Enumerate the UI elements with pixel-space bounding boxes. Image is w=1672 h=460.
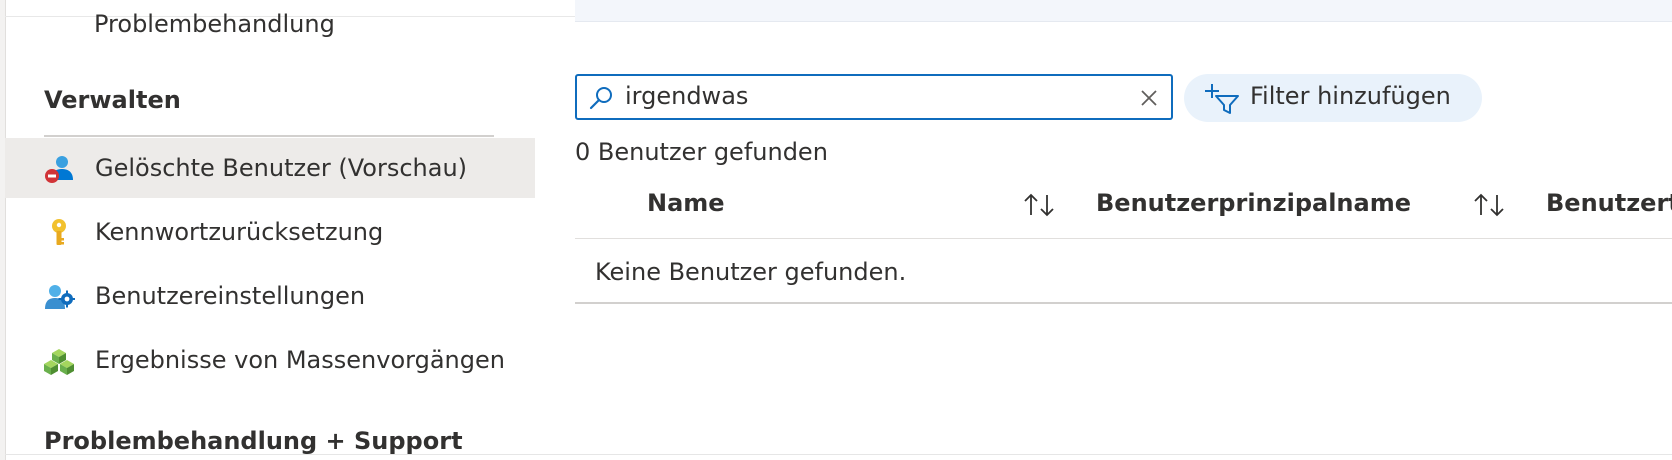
bottom-divider [5, 454, 1672, 455]
close-icon[interactable] [1137, 86, 1161, 110]
result-count: 0 Benutzer gefunden [575, 138, 828, 166]
column-header-upn[interactable]: Benutzerprinzipalname [1096, 189, 1411, 217]
add-filter-button[interactable]: Filter hinzufügen [1184, 74, 1482, 122]
app-frame: Problembehandlung Verwalten Gelöschte Be… [0, 0, 1672, 460]
table-header-divider [575, 238, 1672, 239]
sidebar-item-label: Benutzereinstellungen [95, 282, 366, 310]
bulk-operations-icon [44, 349, 74, 375]
sidebar-item-bulk-results[interactable]: Ergebnisse von Massenvorgängen [5, 330, 535, 390]
sidebar-item-password-reset[interactable]: Kennwortzurücksetzung [5, 202, 535, 262]
table-row-divider [575, 302, 1672, 304]
search-icon [589, 87, 612, 110]
add-filter-icon [1205, 84, 1239, 114]
section-heading-support: Problembehandlung + Support [44, 427, 463, 455]
section-divider [44, 135, 494, 137]
sidebar-item-label: Kennwortzurücksetzung [95, 218, 384, 246]
sidebar-item-troubleshooting[interactable]: Problembehandlung [94, 10, 335, 38]
empty-state-message: Keine Benutzer gefunden. [595, 258, 907, 286]
sort-icon[interactable] [1472, 192, 1506, 218]
column-header-name[interactable]: Name [647, 189, 725, 217]
add-filter-label: Filter hinzufügen [1250, 82, 1451, 110]
sidebar-item-label: Gelöschte Benutzer (Vorschau) [95, 154, 468, 182]
sidebar-item-deleted-users[interactable]: Gelöschte Benutzer (Vorschau) [5, 138, 535, 198]
search-value[interactable]: irgendwas [625, 82, 748, 110]
sort-icon[interactable] [1022, 192, 1056, 218]
key-icon [52, 219, 66, 245]
sidebar-item-user-settings[interactable]: Benutzereinstellungen [5, 266, 535, 326]
deleted-user-icon [45, 156, 73, 183]
column-header-user-type[interactable]: Benutzerty [1546, 189, 1672, 217]
top-band [575, 0, 1672, 22]
section-heading-manage: Verwalten [44, 86, 181, 114]
user-settings-icon [45, 285, 75, 309]
search-input[interactable]: irgendwas [575, 74, 1173, 120]
sidebar-item-label: Ergebnisse von Massenvorgängen [95, 346, 505, 374]
